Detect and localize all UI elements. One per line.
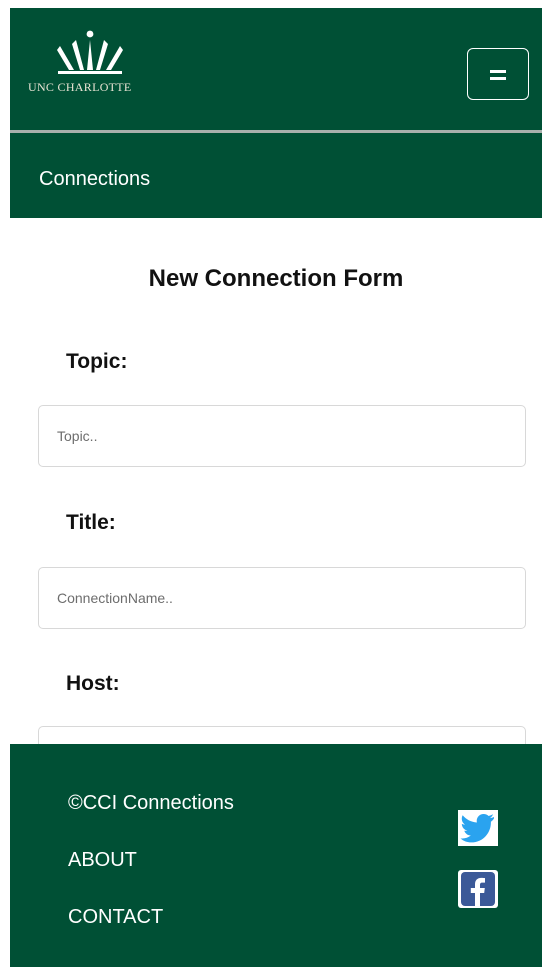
menu-bar-top: [490, 70, 506, 73]
title-input[interactable]: [38, 567, 526, 629]
logo-text: UNC CHARLOTTE: [28, 80, 132, 94]
crown-logo-icon: [57, 30, 123, 74]
copyright-text: ©CCI Connections: [68, 792, 234, 814]
page-footer: ©CCI Connections ABOUT CONTACT: [10, 744, 542, 967]
connections-nav-link[interactable]: Connections: [39, 168, 150, 191]
form-container: New Connection Form Topic: Title: Host:: [10, 218, 542, 748]
menu-bar-bottom: [490, 77, 506, 80]
unc-charlotte-logo[interactable]: UNC CHARLOTTE: [28, 30, 178, 100]
about-link[interactable]: ABOUT: [68, 849, 137, 872]
facebook-icon[interactable]: [458, 870, 498, 913]
section-nav-bar: Connections: [10, 133, 542, 218]
top-header: UNC CHARLOTTE: [10, 8, 542, 130]
app-frame: UNC CHARLOTTE Connections New Connection…: [10, 8, 542, 967]
title-label: Title:: [66, 511, 116, 534]
topic-input[interactable]: [38, 405, 526, 467]
host-label: Host:: [66, 672, 120, 695]
menu-toggle-button[interactable]: [467, 48, 529, 100]
form-title: New Connection Form: [148, 265, 404, 292]
twitter-icon[interactable]: [458, 810, 498, 851]
contact-link[interactable]: CONTACT: [68, 906, 163, 929]
topic-label: Topic:: [66, 350, 128, 373]
